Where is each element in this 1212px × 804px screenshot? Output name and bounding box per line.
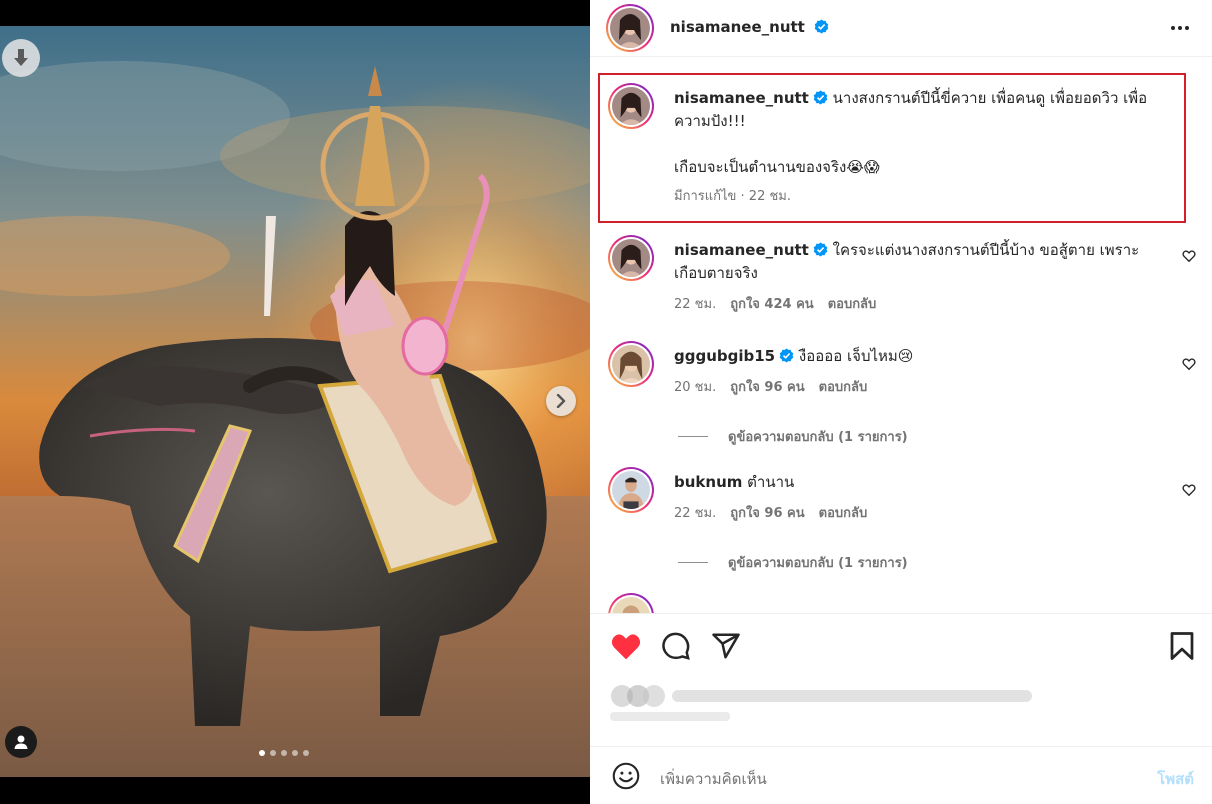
comment-time: 22 ชม. <box>674 506 717 521</box>
caption-edited-time: มีการแก้ไข · 22 ชม. <box>674 189 791 204</box>
carousel-dot[interactable] <box>303 750 309 756</box>
tagged-users-button[interactable] <box>5 726 37 758</box>
reply-button[interactable]: ตอบกลับ <box>819 502 868 525</box>
like-comment-heart-icon[interactable] <box>1182 249 1196 263</box>
comment-body: buknum ตำนาน 22 ชม. ถูกใจ 96 คน ตอบกลับ <box>674 471 1174 525</box>
comment-composer: เพิ่มความคิดเห็น โพสต์ <box>590 747 1212 804</box>
verified-badge-icon <box>813 242 828 257</box>
verified-badge-icon <box>814 19 829 34</box>
comment-text: ตำนาน <box>747 473 795 491</box>
view-replies-button[interactable]: ดูข้อความตอบกลับ (1 รายการ) <box>678 552 908 573</box>
comment-input[interactable]: เพิ่มความคิดเห็น <box>660 767 767 791</box>
comment-text: งืออออ เจ็บไหม😢 <box>798 347 914 365</box>
comment-likes[interactable]: ถูกใจ 96 คน <box>730 376 804 399</box>
post-panel: nisamanee_nutt nisamanee_nutt นางสงกรานต… <box>590 0 1212 804</box>
more-horizontal-icon[interactable] <box>1170 20 1190 36</box>
replies-line <box>678 436 708 437</box>
comment-body: gggubgib15 งืออออ เจ็บไหม😢 20 ชม. ถูกใจ … <box>674 345 1174 399</box>
author-username[interactable]: nisamanee_nutt <box>670 18 805 36</box>
download-button[interactable] <box>2 39 40 77</box>
bookmark-icon[interactable] <box>1169 631 1195 661</box>
comment-username[interactable]: gggubgib15 <box>674 347 775 365</box>
comment-avatar[interactable] <box>608 593 654 613</box>
liked-by-blurred <box>600 676 1060 732</box>
like-comment-heart-icon[interactable] <box>1182 357 1196 371</box>
comment-likes[interactable]: ถูกใจ 424 คน <box>730 293 813 316</box>
caption-text-line1: นางสงกรานต์ปีนี้ขี่ควาย เพื่อคนดู เพื่อย… <box>832 89 1148 107</box>
caption-text-line2: ความปัง!!! <box>674 112 746 130</box>
chevron-right-icon <box>556 394 566 408</box>
reply-button[interactable]: ตอบกลับ <box>819 376 868 399</box>
comment-username[interactable]: buknum <box>674 473 742 491</box>
view-replies-label: ดูข้อความตอบกลับ (1 รายการ) <box>728 430 908 445</box>
author-name-row: nisamanee_nutt <box>670 17 829 36</box>
view-replies-label: ดูข้อความตอบกลับ (1 รายการ) <box>728 556 908 571</box>
emoji-icon[interactable] <box>612 762 640 790</box>
comment-username[interactable]: nisamanee_nutt <box>674 241 809 259</box>
comment-avatar[interactable] <box>608 341 654 387</box>
comment-likes[interactable]: ถูกใจ 96 คน <box>730 502 804 525</box>
comment-meta: 22 ชม. ถูกใจ 424 คน ตอบกลับ <box>674 293 1174 316</box>
user-tag-icon <box>14 735 28 749</box>
buffalo-rider-image <box>0 26 590 777</box>
post-photo[interactable] <box>0 26 590 777</box>
replies-line <box>678 562 708 563</box>
carousel-dot[interactable] <box>259 750 265 756</box>
post-comment-button[interactable]: โพสต์ <box>1157 767 1194 791</box>
comments-list[interactable]: nisamanee_nutt นางสงกรานต์ปีนี้ขี่ควาย เ… <box>590 57 1212 613</box>
comment-meta: 22 ชม. ถูกใจ 96 คน ตอบกลับ <box>674 502 1174 525</box>
caption-avatar[interactable] <box>608 83 654 129</box>
carousel-dots <box>259 750 309 756</box>
caption-username[interactable]: nisamanee_nutt <box>674 89 809 107</box>
comment-text-line2: เกือบตายจริง <box>674 264 758 282</box>
photo-panel <box>0 0 590 804</box>
action-bar <box>590 614 1212 676</box>
comment-text: ใครจะแต่งนางสงกรานต์ปีนี้บ้าง ขอสู้ตาย เ… <box>832 241 1140 259</box>
carousel-dot[interactable] <box>292 750 298 756</box>
post-header: nisamanee_nutt <box>590 0 1212 56</box>
verified-badge-icon <box>813 90 828 105</box>
comment-avatar[interactable] <box>608 467 654 513</box>
heart-filled-icon[interactable] <box>610 631 642 661</box>
reply-button[interactable]: ตอบกลับ <box>828 293 877 316</box>
comment-time: 20 ชม. <box>674 380 717 395</box>
caption-meta: มีการแก้ไข · 22 ชม. <box>674 185 1174 208</box>
carousel-dot[interactable] <box>270 750 276 756</box>
caption-text-line3: เกือบจะเป็นตำนานของจริง😭😱 <box>674 158 880 176</box>
view-replies-button[interactable]: ดูข้อความตอบกลับ (1 รายการ) <box>678 426 908 447</box>
comment-body: nisamanee_nutt ใครจะแต่งนางสงกรานต์ปีนี้… <box>674 239 1174 316</box>
author-avatar[interactable] <box>606 4 654 52</box>
caption-body: nisamanee_nutt นางสงกรานต์ปีนี้ขี่ควาย เ… <box>674 87 1174 208</box>
comment-time: 22 ชม. <box>674 297 717 312</box>
like-comment-heart-icon[interactable] <box>1182 483 1196 497</box>
share-icon[interactable] <box>711 631 741 661</box>
comment-icon[interactable] <box>661 631 691 661</box>
verified-badge-icon <box>779 348 794 363</box>
comment-meta: 20 ชม. ถูกใจ 96 คน ตอบกลับ <box>674 376 1174 399</box>
carousel-dot[interactable] <box>281 750 287 756</box>
comment-avatar[interactable] <box>608 235 654 281</box>
download-icon <box>14 49 28 66</box>
next-photo-button[interactable] <box>546 386 576 416</box>
